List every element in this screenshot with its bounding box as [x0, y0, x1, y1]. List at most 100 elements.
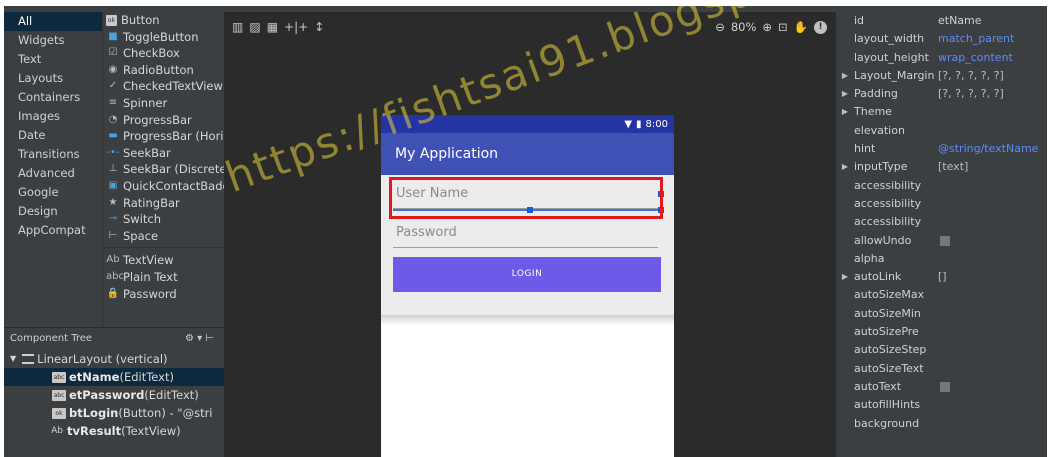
attribute-value[interactable]: [936, 415, 1047, 433]
palette-category-transitions[interactable]: Transitions: [4, 145, 102, 164]
attribute-row-hint[interactable]: hint @string/textName: [836, 140, 1047, 158]
palette-category-text[interactable]: Text: [4, 50, 102, 69]
warnings-icon[interactable]: !: [814, 20, 827, 34]
attribute-row-accessibility[interactable]: accessibility: [836, 195, 1047, 213]
palette-widget-togglebutton[interactable]: ■ ToggleButton: [103, 29, 224, 46]
attribute-row-autofillhints[interactable]: autofillHints: [836, 396, 1047, 414]
palette-widget-seekbar[interactable]: -•- SeekBar: [103, 145, 224, 162]
palette-category-date[interactable]: Date: [4, 126, 102, 145]
palette-widget-seekbar-discrete-[interactable]: ⊥ SeekBar (Discrete): [103, 161, 224, 178]
palette-widget-space[interactable]: ⊢ Space: [103, 228, 224, 245]
pan-hand-icon[interactable]: ✋: [794, 20, 808, 34]
both-view-icon[interactable]: ▦: [267, 20, 278, 34]
attribute-row-autotext[interactable]: autoText: [836, 378, 1047, 396]
attribute-row-autosizemin[interactable]: autoSizeMin: [836, 305, 1047, 323]
attribute-row-alpha[interactable]: alpha: [836, 250, 1047, 268]
attribute-row-background[interactable]: background: [836, 415, 1047, 433]
attribute-row-autosizestep[interactable]: autoSizeStep: [836, 341, 1047, 359]
palette-widget-checkedtextview[interactable]: ✓ CheckedTextView: [103, 78, 224, 95]
attribute-value[interactable]: match_parent: [936, 30, 1047, 48]
palette-widget-button[interactable]: ok Button: [103, 12, 224, 29]
tree-item-btLogin[interactable]: ok btLogin (Button) - "@stri: [4, 404, 224, 422]
attribute-row-inputtype[interactable]: ▶ inputType [text]: [836, 158, 1047, 176]
pan-vertical-icon[interactable]: ↕: [314, 20, 324, 34]
attribute-value[interactable]: [936, 122, 1047, 140]
palette-widget-checkbox[interactable]: ☑ CheckBox: [103, 45, 224, 62]
attribute-value[interactable]: [936, 305, 1047, 323]
attribute-row-theme[interactable]: ▶ Theme: [836, 103, 1047, 121]
attribute-row-autolink[interactable]: ▶ autoLink []: [836, 268, 1047, 286]
attribute-value[interactable]: [936, 177, 1047, 195]
design-view-icon[interactable]: ▥: [232, 20, 243, 34]
palette-widget-ratingbar[interactable]: ★ RatingBar: [103, 195, 224, 212]
attribute-value[interactable]: [936, 378, 1047, 396]
attribute-row-accessibility[interactable]: accessibility: [836, 213, 1047, 231]
expand-arrow-icon[interactable]: ▶: [836, 85, 854, 103]
attribute-value[interactable]: [?, ?, ?, ?, ?]: [936, 85, 1047, 103]
attribute-value[interactable]: [936, 232, 1047, 250]
blueprint-view-icon[interactable]: ▨: [249, 20, 260, 34]
attribute-row-accessibility[interactable]: accessibility: [836, 177, 1047, 195]
fit-screen-icon[interactable]: ⊡: [778, 20, 788, 34]
attribute-value[interactable]: []: [936, 268, 1047, 286]
login-button[interactable]: LOGIN: [393, 257, 661, 292]
attribute-checkbox[interactable]: [940, 235, 950, 246]
tree-settings-icon[interactable]: ⚙ ▾ ⊢: [185, 328, 214, 350]
palette-widget-progressbar[interactable]: ◔ ProgressBar: [103, 112, 224, 129]
palette-category-images[interactable]: Images: [4, 107, 102, 126]
palette-category-appcompat[interactable]: AppCompat: [4, 221, 102, 240]
expand-arrow-icon[interactable]: ▶: [836, 103, 854, 121]
tree-item-etName[interactable]: abc etName (EditText): [4, 368, 224, 386]
palette-widget-progressbar-horizontal-[interactable]: ▬ ProgressBar (Horizontal): [103, 128, 224, 145]
attribute-row-autosizemax[interactable]: autoSizeMax: [836, 286, 1047, 304]
palette-category-google[interactable]: Google: [4, 183, 102, 202]
attribute-value[interactable]: [936, 103, 1047, 121]
palette-category-advanced[interactable]: Advanced: [4, 164, 102, 183]
attribute-value[interactable]: [936, 396, 1047, 414]
zoom-out-icon[interactable]: ⊖: [715, 20, 725, 34]
tree-root-row[interactable]: ▼ LinearLayout (vertical): [4, 350, 224, 368]
expand-arrow-icon[interactable]: ▶: [836, 268, 854, 286]
phone-preview[interactable]: ▼ ▮ 8:00 My Application User Name Passwo…: [381, 115, 674, 457]
expand-arrow-icon[interactable]: ▶: [836, 158, 854, 176]
attribute-row-elevation[interactable]: elevation: [836, 122, 1047, 140]
tree-item-etPassword[interactable]: abc etPassword (EditText): [4, 386, 224, 404]
password-field[interactable]: Password: [393, 218, 658, 248]
palette-widget-spinner[interactable]: ≡ Spinner: [103, 95, 224, 112]
attribute-value[interactable]: [936, 195, 1047, 213]
attribute-value[interactable]: [936, 360, 1047, 378]
palette-widget-switch[interactable]: ⊸ Switch: [103, 211, 224, 228]
design-canvas[interactable]: ▥ ▨ ▦ +|+ ↕ ⊖ 80% ⊕ ⊡ ✋ ! ▼ ▮ 8:00 My Ap…: [224, 12, 835, 457]
palette-widget-plain-text[interactable]: abc Plain Text: [103, 269, 224, 286]
attribute-value[interactable]: [936, 213, 1047, 231]
palette-category-all[interactable]: All: [4, 12, 102, 31]
attribute-row-layout_margin[interactable]: ▶ Layout_Margin [?, ?, ?, ?, ?]: [836, 67, 1047, 85]
attribute-value[interactable]: @string/textName: [936, 140, 1047, 158]
palette-widget-radiobutton[interactable]: ◉ RadioButton: [103, 62, 224, 79]
attribute-value[interactable]: wrap_content: [936, 49, 1047, 67]
attribute-value[interactable]: etName: [936, 12, 1047, 30]
palette-category-layouts[interactable]: Layouts: [4, 69, 102, 88]
palette-category-design[interactable]: Design: [4, 202, 102, 221]
palette-widget-textview[interactable]: Ab TextView: [103, 252, 224, 269]
attribute-value[interactable]: [936, 341, 1047, 359]
zoom-in-icon[interactable]: ⊕: [762, 20, 772, 34]
attribute-row-id[interactable]: id etName: [836, 12, 1047, 30]
tree-expand-icon[interactable]: ▼: [10, 350, 16, 368]
tree-item-tvResult[interactable]: Ab tvResult (TextView): [4, 422, 224, 440]
attribute-value[interactable]: [936, 250, 1047, 268]
attribute-checkbox[interactable]: [940, 381, 950, 392]
attribute-value[interactable]: [936, 286, 1047, 304]
attribute-row-layout_height[interactable]: layout_height wrap_content: [836, 49, 1047, 67]
attribute-row-autosizetext[interactable]: autoSizeText: [836, 360, 1047, 378]
attribute-value[interactable]: [?, ?, ?, ?, ?]: [936, 67, 1047, 85]
palette-category-containers[interactable]: Containers: [4, 88, 102, 107]
pan-horizontal-icon[interactable]: +|+: [284, 20, 308, 34]
attribute-row-allowundo[interactable]: allowUndo: [836, 232, 1047, 250]
palette-category-widgets[interactable]: Widgets: [4, 31, 102, 50]
attribute-row-autosizepre[interactable]: autoSizePre: [836, 323, 1047, 341]
attribute-value[interactable]: [text]: [936, 158, 1047, 176]
palette-widget-quickcontactbadge[interactable]: ▣ QuickContactBadge: [103, 178, 224, 195]
attribute-row-padding[interactable]: ▶ Padding [?, ?, ?, ?, ?]: [836, 85, 1047, 103]
attribute-value[interactable]: [936, 323, 1047, 341]
